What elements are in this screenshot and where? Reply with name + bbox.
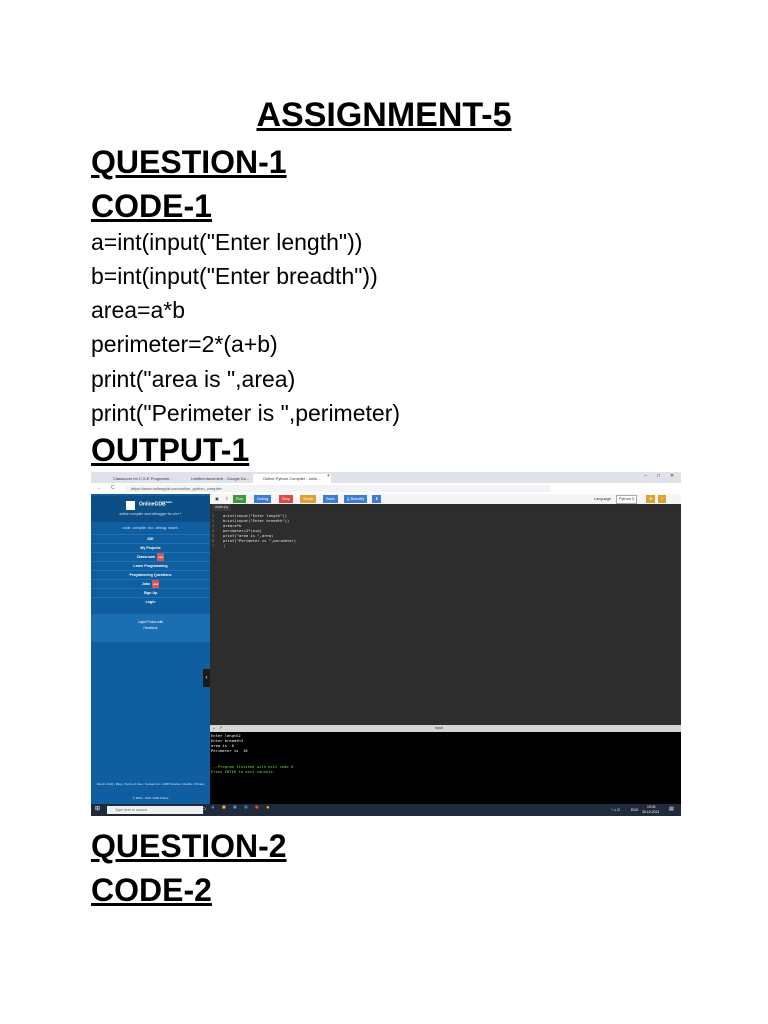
beautify-button[interactable]: {} Beautify bbox=[344, 495, 368, 503]
code-line: perimeter=2*(a+b) bbox=[91, 331, 278, 357]
sidebar: OnlineGDBbeta online compiler and debugg… bbox=[91, 494, 210, 804]
brand-name: OnlineGDB bbox=[139, 501, 166, 508]
clock-time[interactable]: 19:02 bbox=[647, 805, 656, 809]
brand-sup: beta bbox=[165, 500, 172, 504]
maximize-icon[interactable]: □ bbox=[657, 473, 660, 479]
taskbar-search-input[interactable]: Type here to search bbox=[107, 806, 203, 814]
expand-icon[interactable]: ↗ bbox=[219, 724, 222, 732]
text-cursor: | bbox=[223, 543, 226, 548]
file-tab[interactable]: main.py bbox=[212, 504, 232, 511]
collapse-sidebar-icon[interactable]: ‹ bbox=[203, 669, 210, 687]
console-line: Perimeter is 10 bbox=[211, 748, 248, 753]
clock-date[interactable]: 30-10-2021 bbox=[642, 810, 659, 814]
output-screenshot: Classroom for C.S.E Programm... Untitled… bbox=[91, 472, 681, 816]
new-file-icon[interactable]: ▣ bbox=[212, 495, 222, 503]
output-1-heading: OUTPUT-1 bbox=[91, 432, 250, 468]
facebook-login-link[interactable]: Facebook bbox=[91, 626, 210, 630]
brand-tagline: online compiler and debugger for c/c++ bbox=[119, 512, 182, 516]
edge-icon[interactable]: ● bbox=[211, 805, 215, 811]
upload-icon[interactable]: ⇧ bbox=[222, 495, 231, 503]
code-line: print("area is ",area) bbox=[91, 366, 296, 392]
language-label: Language bbox=[594, 497, 611, 501]
minimize-icon[interactable]: – bbox=[644, 473, 647, 479]
login-with-label: Login/ Follow with bbox=[137, 620, 164, 624]
line-number: 7 bbox=[212, 543, 215, 548]
line-gutter: 1 2 3 4 5 6 7 bbox=[210, 511, 220, 725]
run-button[interactable]: Run bbox=[233, 495, 246, 503]
sidebar-item-login[interactable]: Login bbox=[91, 597, 210, 607]
system-tray-icons[interactable]: ^ ◇ ⊡ bbox=[611, 808, 620, 812]
url-input[interactable]: https://www.onlinegdb.com/online_python_… bbox=[125, 485, 551, 492]
language-indicator[interactable]: ENG bbox=[631, 808, 638, 812]
code-line: b=int(input("Enter breadth")) bbox=[91, 263, 378, 289]
notification-icon[interactable]: ▤ bbox=[669, 807, 674, 812]
settings-icon[interactable]: ⚙ bbox=[646, 495, 656, 503]
file-tab-bar: main.py bbox=[210, 504, 681, 511]
file-explorer-icon[interactable]: ■ bbox=[222, 805, 226, 811]
chevron-down-icon[interactable]: ⌄ bbox=[212, 724, 215, 732]
close-icon[interactable]: ✕ bbox=[670, 473, 674, 479]
info-icon[interactable]: ? bbox=[658, 495, 667, 503]
browser-tab-bar: Classroom for C.S.E Programm... Untitled… bbox=[91, 472, 681, 483]
brand-block: OnlineGDBbeta online compiler and debugg… bbox=[91, 496, 210, 522]
store-icon[interactable]: ■ bbox=[233, 805, 237, 811]
browser-tab-active[interactable]: Online Python Compiler - onlin... bbox=[253, 474, 331, 483]
apps-icon[interactable]: ■ bbox=[255, 805, 259, 811]
task-view-icon[interactable]: ▭ bbox=[201, 807, 206, 812]
windows-taskbar: ⊞ Type here to search ▭ ● ■ ■ ■ ■ ● ^ ◇ … bbox=[91, 804, 681, 816]
editor-line: print("Perimeter is ",perimeter) bbox=[223, 538, 297, 543]
logo bbox=[126, 501, 135, 510]
save-button[interactable]: Save bbox=[323, 495, 338, 503]
code-1-heading: CODE-1 bbox=[91, 188, 212, 224]
windows-start-icon[interactable]: ⊞ bbox=[95, 806, 100, 812]
slogan: code. compile. run. debug. share. bbox=[122, 526, 179, 530]
social-login-block: Login/ Follow with Facebook bbox=[91, 614, 210, 642]
sidebar-item-label: Jobs bbox=[141, 582, 151, 586]
browser-tab[interactable]: Untitled document - Google Do... bbox=[181, 474, 259, 483]
refresh-icon[interactable]: C bbox=[111, 485, 115, 491]
copyright: © 2016 - 2021 GDB Online bbox=[132, 796, 169, 800]
code-line: area=a*b bbox=[91, 297, 185, 323]
io-panel-header: ⌄ ↗ input bbox=[210, 725, 681, 732]
language-select[interactable]: Python 3 bbox=[616, 495, 637, 504]
footer-links[interactable]: About • FAQ • Blog • Terms of Use • Cont… bbox=[91, 782, 210, 786]
io-label: input bbox=[435, 726, 443, 730]
console-output[interactable]: Enter length2 Enter breadth3 area is 6 P… bbox=[210, 732, 681, 804]
code-line: a=int(input("Enter length")) bbox=[91, 229, 363, 255]
share-button[interactable]: Share bbox=[300, 495, 317, 503]
code-editor[interactable]: 1 2 3 4 5 6 7 a=int(input("Enter length"… bbox=[210, 511, 681, 725]
debug-button[interactable]: Debug bbox=[254, 495, 272, 503]
chrome-icon[interactable]: ● bbox=[266, 805, 270, 811]
console-prompt: Press ENTER to exit console. bbox=[211, 769, 276, 774]
code-line: print("Perimeter is ",perimeter) bbox=[91, 400, 401, 426]
browser-tab[interactable]: Classroom for C.S.E Programm... bbox=[103, 474, 187, 483]
question-2-heading: QUESTION-2 bbox=[91, 828, 287, 864]
code-2-heading: CODE-2 bbox=[91, 872, 212, 908]
back-icon[interactable]: ← bbox=[97, 485, 102, 491]
new-tab-button[interactable]: + bbox=[327, 473, 330, 479]
download-button[interactable]: ⬇ bbox=[372, 495, 382, 503]
sidebar-item-label: Classroom bbox=[136, 555, 156, 559]
document-title: ASSIGNMENT-5 bbox=[256, 96, 512, 134]
editor-toolbar: ▣ ⇧ Run Debug Stop Share Save {} Beautif… bbox=[210, 494, 681, 504]
stop-button[interactable]: Stop bbox=[279, 495, 293, 503]
question-1-heading: QUESTION-1 bbox=[91, 144, 287, 180]
mail-icon[interactable]: ■ bbox=[244, 805, 248, 811]
